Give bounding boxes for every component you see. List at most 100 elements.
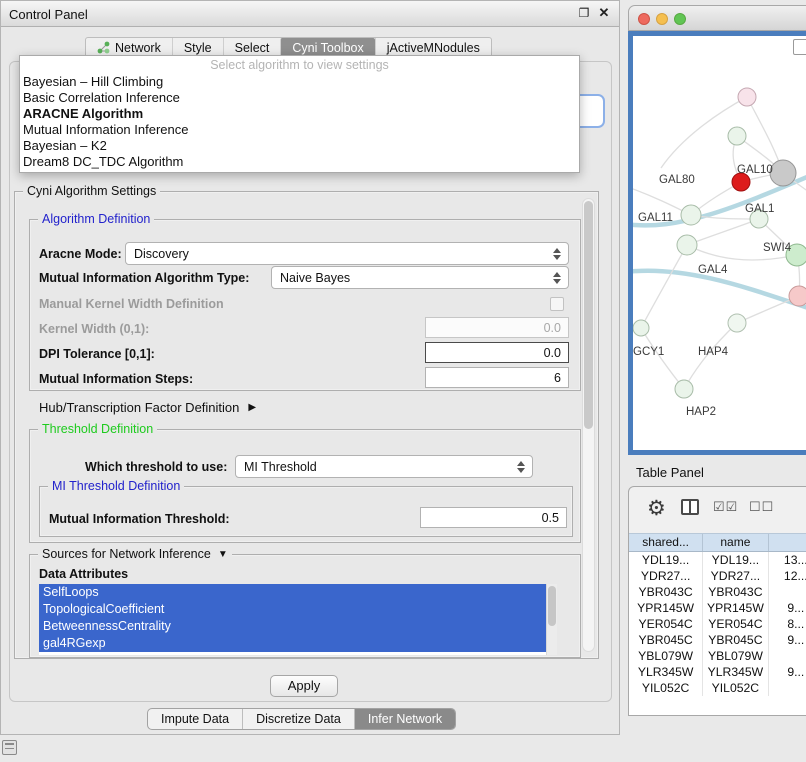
column-header-clipped[interactable] bbox=[769, 534, 806, 551]
table-row[interactable]: YDR27... YDR27... 12... bbox=[629, 568, 806, 584]
node-gal11[interactable] bbox=[681, 205, 701, 225]
mi-steps-label: Mutual Information Steps: bbox=[39, 372, 193, 386]
mi-threshold-input[interactable]: 0.5 bbox=[420, 507, 567, 528]
settings-group-title: Cyni Algorithm Settings bbox=[23, 184, 160, 198]
cell: YDR27... bbox=[629, 568, 703, 584]
screen: Control Panel ❐ ✕ Network Style Select bbox=[0, 0, 806, 762]
attribute-item[interactable]: SelfLoops bbox=[39, 584, 557, 601]
tab-infer-network[interactable]: Infer Network bbox=[354, 709, 455, 729]
gear-icon[interactable]: ⚙ bbox=[647, 496, 666, 521]
attribute-list-scrollbar-thumb[interactable] bbox=[548, 586, 556, 626]
combo-arrows-icon bbox=[517, 461, 525, 473]
dropdown-item[interactable]: Bayesian – Hill Climbing bbox=[20, 74, 579, 90]
control-panel-titlebar[interactable]: Control Panel ❐ ✕ bbox=[1, 1, 619, 27]
table-row[interactable]: YBL079W YBL079W bbox=[629, 648, 806, 664]
dropdown-item[interactable]: Dream8 DC_TDC Algorithm bbox=[20, 154, 579, 170]
mi-type-label: Mutual Information Algorithm Type: bbox=[39, 271, 249, 285]
sources-group-title[interactable]: Sources for Network Inference ▼ bbox=[38, 547, 232, 561]
attribute-item[interactable]: TopologicalCoefficient bbox=[39, 601, 557, 618]
node-label: HAP4 bbox=[698, 346, 729, 358]
dropdown-item-selected[interactable]: ARACNE Algorithm bbox=[20, 106, 579, 122]
table-row[interactable]: YLR345W YLR345W 9... bbox=[629, 664, 806, 680]
cell: YBR045C bbox=[703, 632, 768, 648]
hub-definition-label: Hub/Transcription Factor Definition bbox=[39, 400, 239, 415]
node-green[interactable] bbox=[728, 127, 746, 145]
threshold-definition-title: Threshold Definition bbox=[38, 422, 157, 436]
node-gal4[interactable] bbox=[677, 235, 697, 255]
control-panel-title: Control Panel bbox=[9, 7, 88, 22]
mi-steps-input[interactable]: 6 bbox=[425, 367, 569, 388]
expand-arrow-icon[interactable]: ▼ bbox=[218, 549, 228, 560]
dropdown-item[interactable]: Bayesian – K2 bbox=[20, 138, 579, 154]
deselect-checkboxes-icon[interactable]: ☐☐ bbox=[749, 499, 774, 515]
cell: YIL052C bbox=[703, 680, 768, 696]
dropdown-item[interactable]: Basic Correlation Inference bbox=[20, 90, 579, 106]
node-label: SWI4 bbox=[763, 242, 792, 254]
network-canvas[interactable]: GAL80 GAL10 GAL11 GAL1 SWI4 GAL4 GCY1 HA… bbox=[628, 31, 806, 455]
cell: 9... bbox=[769, 600, 806, 616]
table-row[interactable]: YER054C YER054C 8... bbox=[629, 616, 806, 632]
table-row[interactable]: YPR145W YPR145W 9... bbox=[629, 600, 806, 616]
minimize-traffic-light[interactable] bbox=[656, 13, 668, 25]
which-threshold-value: MI Threshold bbox=[244, 460, 317, 474]
table-header: shared... name bbox=[629, 533, 806, 552]
manual-kernel-label: Manual Kernel Width Definition bbox=[39, 297, 224, 311]
dropdown-item[interactable]: Mutual Information Inference bbox=[20, 122, 579, 138]
cell: YPR145W bbox=[629, 600, 703, 616]
close-traffic-light[interactable] bbox=[638, 13, 650, 25]
columns-icon[interactable] bbox=[681, 499, 699, 515]
mi-steps-value: 6 bbox=[554, 371, 561, 385]
column-header-name[interactable]: name bbox=[703, 534, 768, 551]
node-pink-right[interactable] bbox=[789, 286, 806, 306]
which-threshold-label: Which threshold to use: bbox=[85, 460, 227, 474]
attribute-item[interactable]: gal4RGexp bbox=[39, 635, 557, 652]
collapse-arrow-icon[interactable]: ▶ bbox=[248, 402, 256, 413]
select-all-checkboxes-icon[interactable]: ☑☑ bbox=[713, 499, 738, 515]
column-header-shared-name[interactable]: shared... bbox=[629, 534, 703, 551]
cell: 13... bbox=[769, 552, 806, 568]
hub-definition-section[interactable]: Hub/Transcription Factor Definition ▶ bbox=[39, 400, 256, 415]
dpi-tolerance-input[interactable]: 0.0 bbox=[425, 342, 569, 363]
birdseye-view-box[interactable] bbox=[793, 39, 806, 55]
node-label: GAL80 bbox=[659, 174, 695, 186]
settings-scrollbar[interactable] bbox=[582, 198, 595, 652]
algorithm-definition-title: Algorithm Definition bbox=[38, 212, 154, 226]
apply-button[interactable]: Apply bbox=[270, 675, 338, 697]
which-threshold-select[interactable]: MI Threshold bbox=[235, 455, 533, 478]
tab-discretize-data[interactable]: Discretize Data bbox=[242, 709, 354, 729]
restore-icon[interactable]: ❐ bbox=[576, 5, 592, 21]
node-pale[interactable] bbox=[728, 314, 746, 332]
node-gray-large[interactable] bbox=[770, 160, 796, 186]
network-window-titlebar[interactable] bbox=[628, 5, 806, 31]
tab-network-label: Network bbox=[115, 41, 161, 55]
table-row[interactable]: YBR043C YBR043C bbox=[629, 584, 806, 600]
table-toolbar: ⚙ ☑☑ ☐☐ bbox=[629, 487, 806, 533]
zoom-traffic-light[interactable] bbox=[674, 13, 686, 25]
table-body: YDL19... YDL19... 13... YDR27... YDR27..… bbox=[629, 552, 806, 715]
tab-style-label: Style bbox=[184, 41, 212, 55]
cell bbox=[769, 584, 806, 600]
mi-type-select[interactable]: Naive Bayes bbox=[271, 266, 569, 289]
mi-threshold-label: Mutual Information Threshold: bbox=[49, 512, 230, 526]
dropdown-placeholder[interactable]: Select algorithm to view settings bbox=[20, 57, 579, 74]
kernel-width-input[interactable]: 0.0 bbox=[425, 317, 569, 338]
data-attributes-list: SelfLoops TopologicalCoefficient Between… bbox=[39, 584, 557, 655]
table-row[interactable]: YDL19... YDL19... 13... bbox=[629, 552, 806, 568]
close-icon[interactable]: ✕ bbox=[596, 5, 612, 21]
node-pink[interactable] bbox=[738, 88, 756, 106]
aracne-mode-select[interactable]: Discovery bbox=[125, 242, 569, 265]
tab-impute-data[interactable]: Impute Data bbox=[148, 709, 242, 729]
node-gcy1[interactable] bbox=[633, 320, 649, 336]
settings-scrollbar-thumb[interactable] bbox=[584, 201, 593, 429]
collapsed-panel-icon[interactable] bbox=[2, 740, 17, 755]
cell: 9... bbox=[769, 632, 806, 648]
kernel-width-label: Kernel Width (0,1): bbox=[39, 322, 149, 336]
node-hap2[interactable] bbox=[675, 380, 693, 398]
attribute-list-scrollbar[interactable] bbox=[546, 584, 557, 655]
attribute-item[interactable]: BetweennessCentrality bbox=[39, 618, 557, 635]
network-view-window: GAL80 GAL10 GAL11 GAL1 SWI4 GAL4 GCY1 HA… bbox=[628, 5, 806, 455]
table-row[interactable]: YIL052C YIL052C bbox=[629, 680, 806, 696]
table-row[interactable]: YBR045C YBR045C 9... bbox=[629, 632, 806, 648]
manual-kernel-checkbox[interactable] bbox=[550, 297, 564, 311]
tab-select-label: Select bbox=[235, 41, 270, 55]
